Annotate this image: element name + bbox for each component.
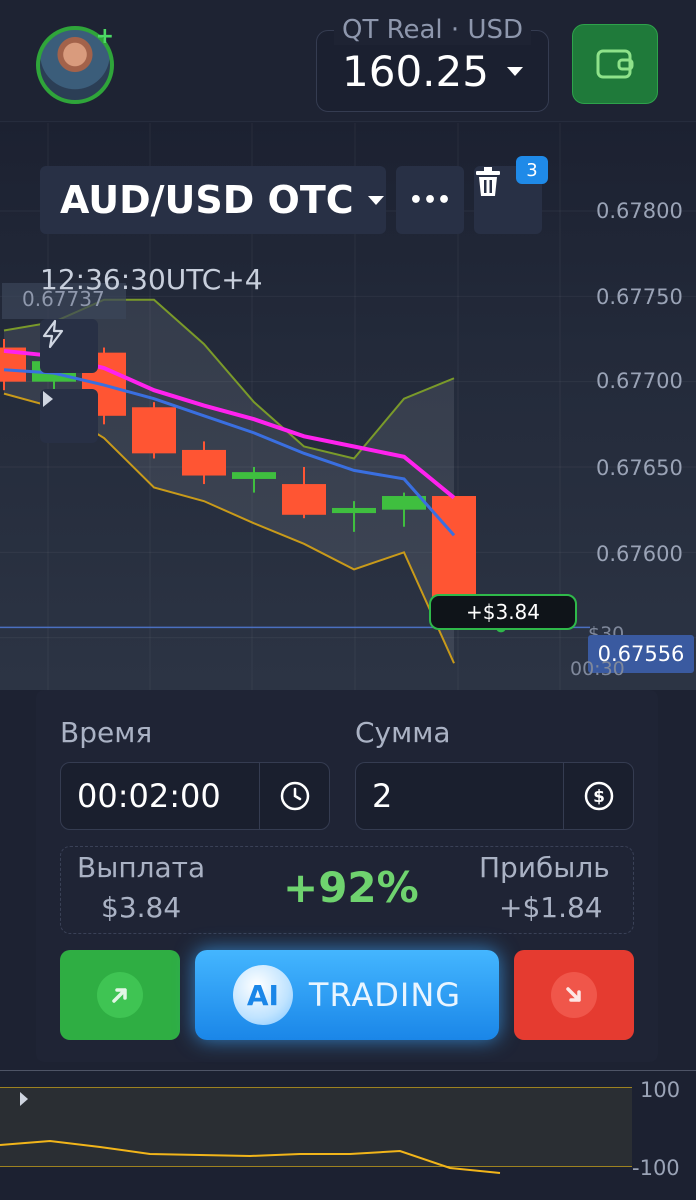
- ai-trading-label: TRADING: [308, 976, 462, 1014]
- chevron-down-icon: [506, 67, 523, 76]
- candle-body: [132, 407, 176, 454]
- payout-summary: Выплата $3.84 +92% Прибыль +$1.84: [60, 846, 634, 934]
- price-axis-label: 0.67600: [596, 542, 683, 566]
- oscillator-top-label: 100: [640, 1078, 681, 1102]
- open-trade-profit: +$3.84: [429, 594, 577, 630]
- candle-body: [182, 449, 226, 476]
- amount-value: 2: [372, 777, 393, 815]
- amount-field[interactable]: 2 $: [355, 762, 634, 830]
- trade-count-badge: 3: [516, 156, 548, 184]
- payout-percent: +92%: [283, 863, 419, 912]
- payout-value: $3.84: [101, 891, 182, 924]
- profit-label: Прибыль: [479, 851, 610, 884]
- asset-pair-label: AUD/USD OTC: [60, 178, 354, 222]
- expand-panel-button[interactable]: [40, 389, 98, 443]
- top-bar: + QT Real · USD 160.25: [0, 0, 696, 122]
- user-avatar[interactable]: +: [36, 24, 114, 104]
- wallet-button[interactable]: [572, 24, 658, 104]
- price-axis-label: 0.67750: [596, 285, 683, 309]
- candle-body: [232, 472, 276, 479]
- ai-badge: AI: [232, 965, 293, 1025]
- arrow-down-right-icon: [551, 972, 597, 1018]
- play-icon: [43, 391, 53, 407]
- dollar-icon[interactable]: $: [563, 763, 633, 829]
- avatar-level-badge: +: [95, 24, 114, 49]
- trash-icon: [476, 167, 500, 196]
- payout-label: Выплата: [77, 851, 206, 884]
- amount-label: Сумма: [355, 716, 451, 749]
- asset-selector[interactable]: AUD/USD OTC: [40, 166, 386, 234]
- account-selector[interactable]: QT Real · USD 160.25: [316, 15, 549, 112]
- buy-up-button[interactable]: [60, 950, 180, 1040]
- price-axis-label: 0.67650: [596, 456, 683, 480]
- profit-value: +$1.84: [499, 891, 603, 924]
- delete-trades-button[interactable]: 3: [474, 156, 548, 234]
- more-icon: •••: [408, 187, 452, 213]
- price-axis-label: 0.67800: [596, 199, 683, 223]
- more-options-button[interactable]: •••: [396, 166, 464, 234]
- lightning-icon: [42, 319, 64, 349]
- price-axis-label: 0.67700: [596, 369, 683, 393]
- sell-down-button[interactable]: [514, 950, 634, 1040]
- chevron-down-icon: [367, 195, 384, 205]
- time-value: 00:02:00: [77, 777, 221, 815]
- wallet-icon: [596, 49, 634, 79]
- ai-trading-button[interactable]: AI TRADING: [195, 950, 499, 1040]
- oscillator-bottom-label: -100: [632, 1156, 680, 1180]
- account-balance: 160.25: [342, 47, 489, 96]
- quick-trade-button[interactable]: [40, 319, 98, 373]
- svg-text:$: $: [593, 787, 605, 807]
- clock-icon[interactable]: [259, 763, 329, 829]
- arrow-up-right-icon: [97, 972, 143, 1018]
- trade-panel: Время 00:02:00 Сумма 2 $ Выплата $3.84 +…: [36, 690, 658, 1062]
- oscillator-chart: [0, 1069, 696, 1174]
- candle-body: [332, 507, 376, 514]
- account-type-label: QT Real · USD: [333, 15, 531, 45]
- oscillator-panel[interactable]: 100 -100: [0, 1069, 696, 1200]
- expiry-countdown: 00:30: [570, 658, 625, 680]
- time-label: Время: [60, 716, 153, 749]
- candle-body: [282, 484, 326, 515]
- time-field[interactable]: 00:02:00: [60, 762, 330, 830]
- price-chart[interactable]: AUD/USD OTC ••• 3 0.67737 12:36:30UTC+4 …: [0, 123, 696, 690]
- server-time: 12:36:30UTC+4: [40, 263, 263, 296]
